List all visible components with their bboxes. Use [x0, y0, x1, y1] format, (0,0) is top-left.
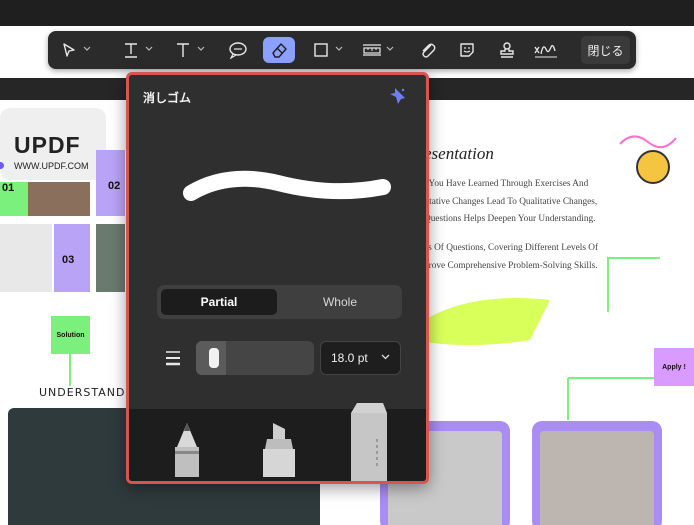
select-tool[interactable]: [58, 37, 91, 63]
title-bar: [0, 0, 694, 26]
eraser-type-tray: [129, 403, 426, 484]
sticker-tool[interactable]: [456, 37, 478, 63]
eraser-size-select[interactable]: 18.0 pt: [320, 341, 401, 375]
rectangle-icon: [314, 43, 328, 57]
annotation-toolbar: 閉じる: [48, 31, 636, 69]
eraser-stroke-preview: [183, 170, 391, 201]
mode-partial[interactable]: Partial: [161, 289, 277, 315]
eraser-tool[interactable]: [263, 37, 295, 63]
stamp-tool[interactable]: [496, 37, 518, 63]
block-eraser-icon[interactable]: [349, 399, 389, 484]
text-icon: [177, 43, 189, 57]
eraser-mode-toggle: Partial Whole: [157, 285, 402, 319]
attachment-tool[interactable]: [417, 37, 439, 63]
cursor-icon: [63, 43, 75, 57]
chevron-down-icon: [83, 46, 91, 51]
eraser-panel: 消しゴム Partial Whole 18.0 pt: [126, 72, 429, 484]
mode-whole[interactable]: Whole: [282, 289, 398, 315]
measure-tool[interactable]: [361, 37, 394, 63]
ruler-icon: [363, 44, 381, 56]
text-tool[interactable]: [172, 37, 205, 63]
sticker-icon: [460, 43, 474, 57]
app-window: UPDF WWW.UPDF.COM 01 02 03 Solution UNDE…: [0, 0, 694, 525]
stamp-icon: [500, 42, 514, 58]
photo-card-2: [532, 421, 662, 525]
chevron-down-icon: [335, 46, 343, 51]
eraser-size-slider[interactable]: [196, 341, 314, 375]
chevron-down-icon: [386, 46, 394, 51]
marker-eraser-icon[interactable]: [259, 419, 299, 484]
signature-tool[interactable]: [532, 37, 560, 63]
chevron-down-icon: [381, 354, 390, 360]
underlined-text-icon: [125, 43, 137, 58]
paperclip-icon: [422, 43, 436, 58]
signature-icon: [534, 45, 557, 58]
close-button[interactable]: 閉じる: [581, 36, 630, 64]
comment-tool[interactable]: [227, 37, 249, 63]
pencil-eraser-icon[interactable]: [171, 421, 203, 484]
comment-icon: [229, 42, 247, 59]
chevron-down-icon: [197, 46, 205, 51]
eraser-panel-title: 消しゴム: [143, 91, 192, 105]
shape-tool[interactable]: [310, 37, 343, 63]
line-weight-icon: [166, 351, 180, 366]
classroom-photo-2: [540, 431, 654, 525]
slider-thumb[interactable]: [209, 348, 219, 368]
apply-box: Apply !: [654, 348, 694, 386]
size-value: 18.0 pt: [331, 351, 368, 365]
pin-icon[interactable]: [387, 85, 409, 107]
eraser-icon: [272, 43, 287, 58]
underline-text-tool[interactable]: [120, 37, 153, 63]
chevron-down-icon: [145, 46, 153, 51]
